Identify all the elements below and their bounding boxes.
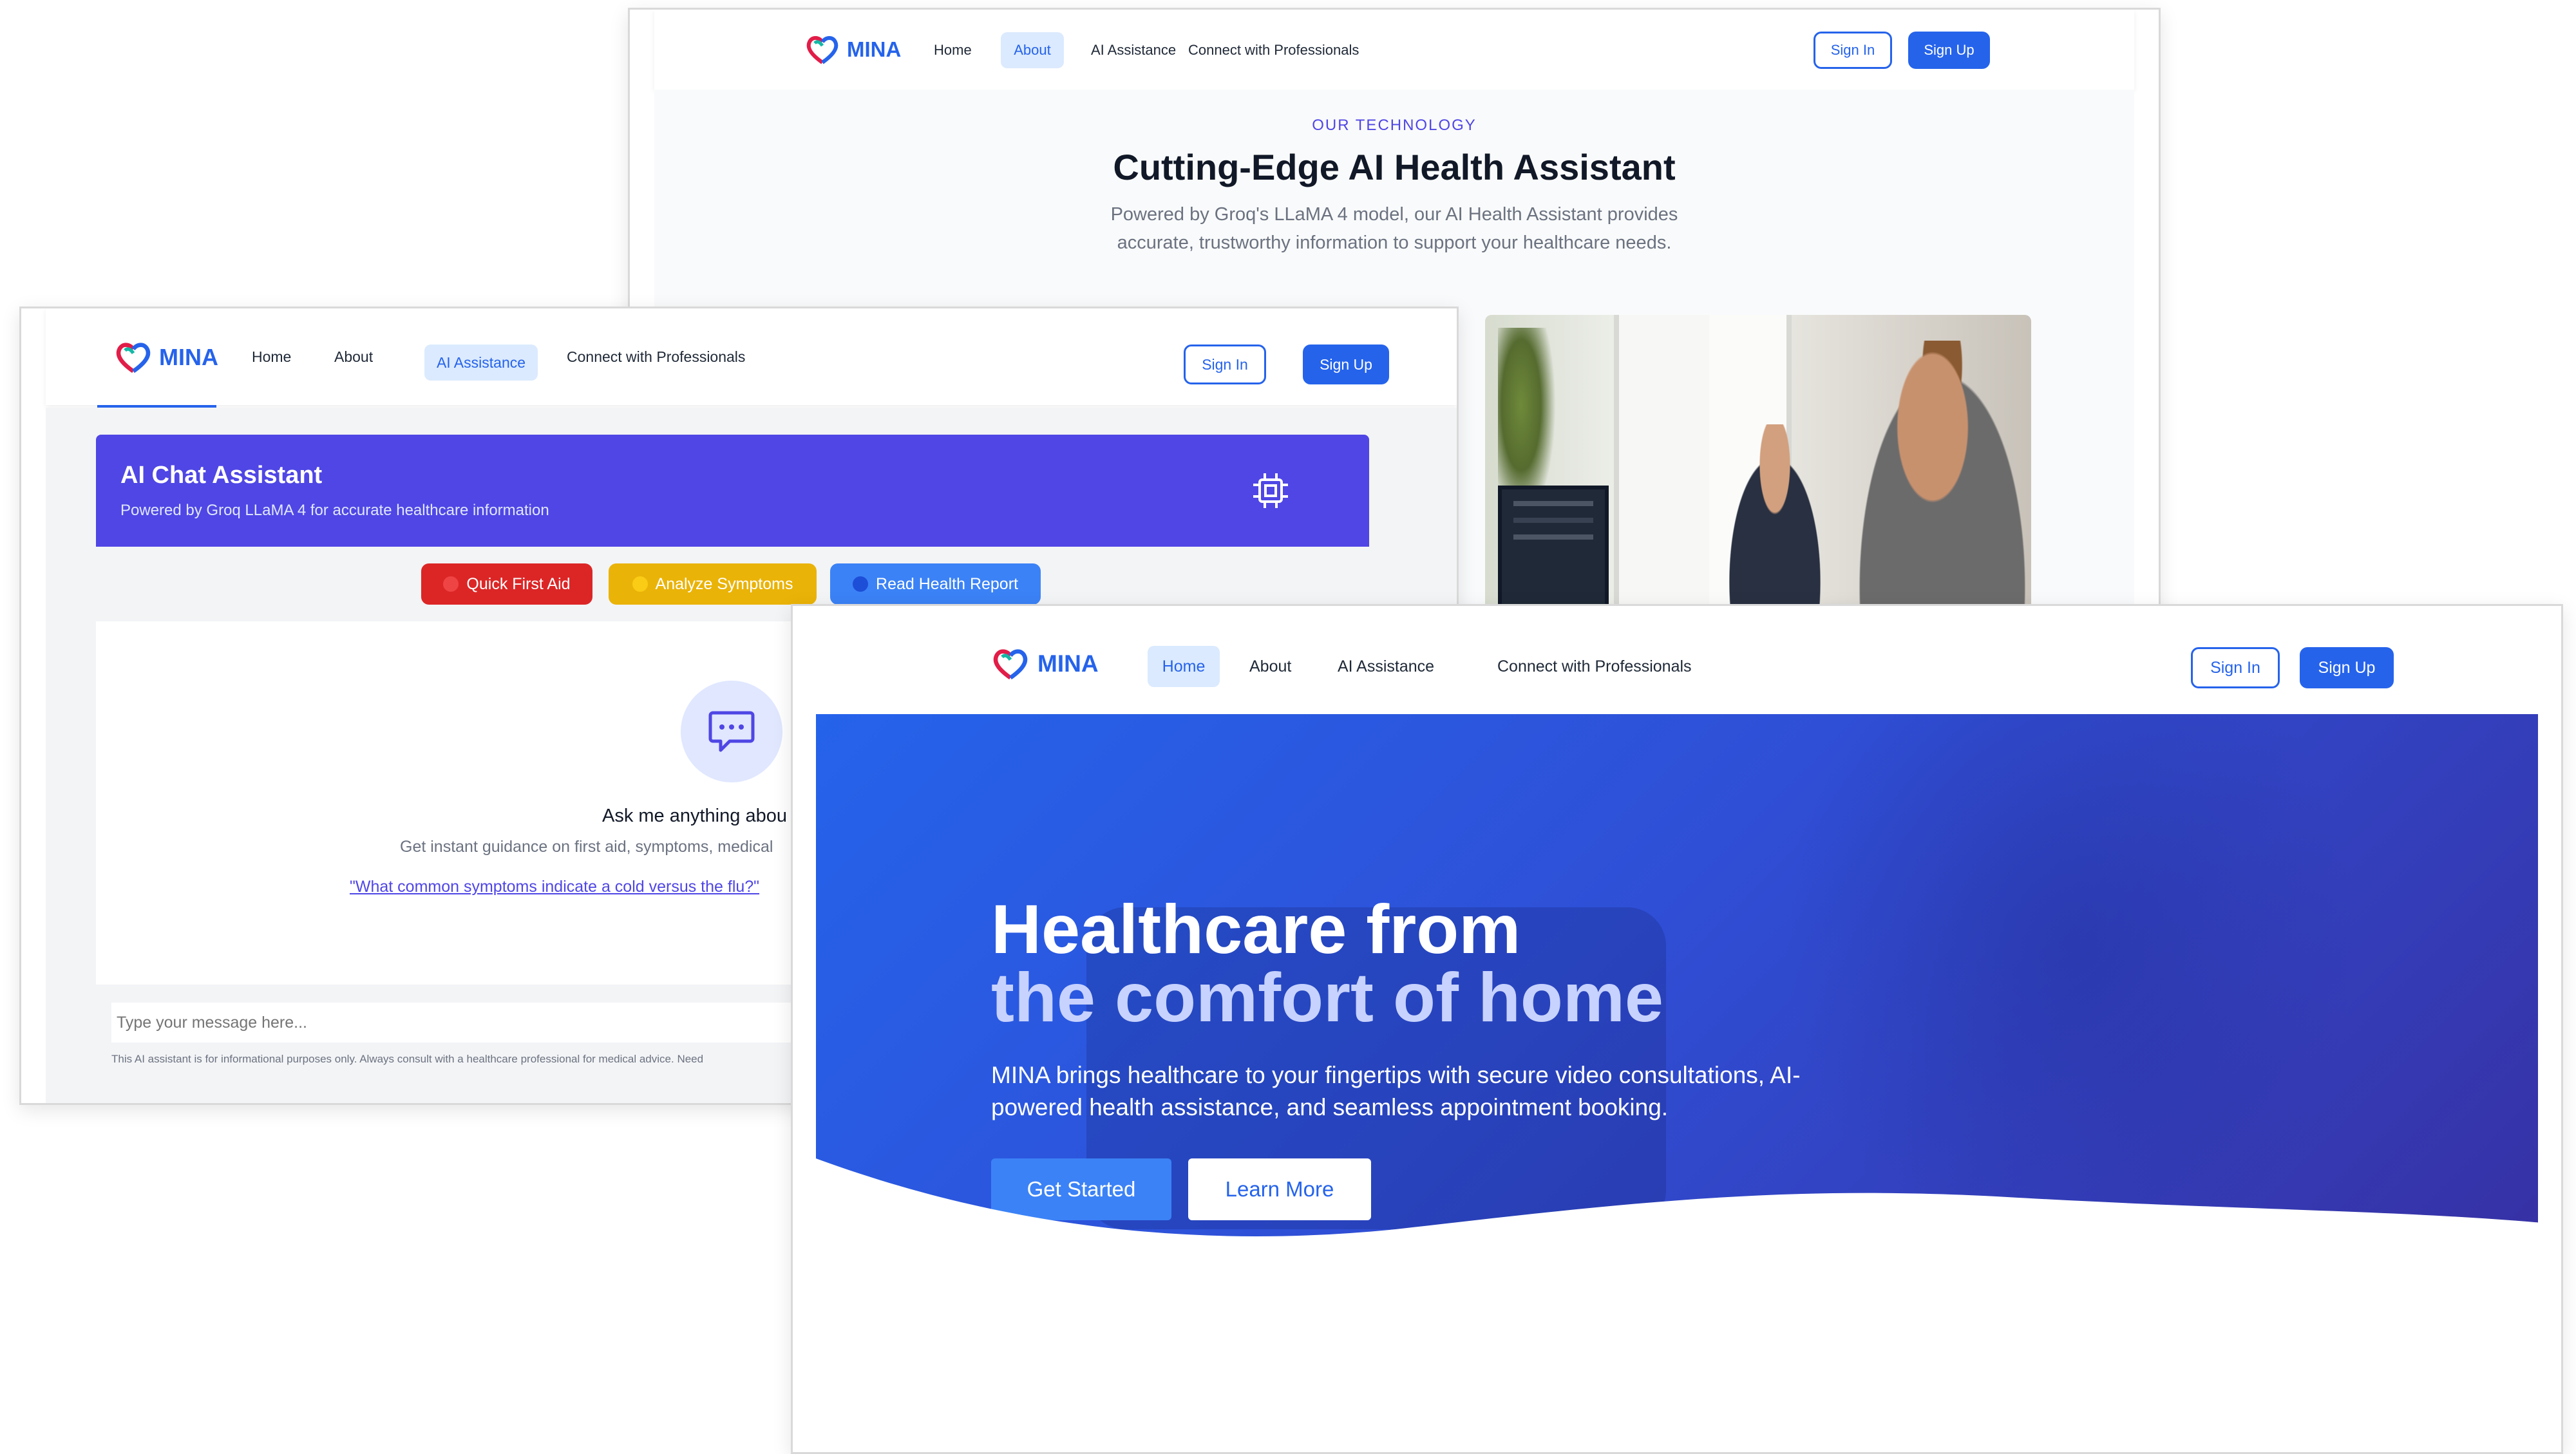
- sign-up-button[interactable]: Sign Up: [2300, 647, 2394, 688]
- sign-up-button[interactable]: Sign Up: [1908, 32, 1990, 69]
- chat-navbar: MINA Home About AI Assistance Connect wi…: [46, 308, 1457, 408]
- empty-state-subtitle: Get instant guidance on first aid, sympt…: [400, 838, 773, 856]
- chat-bubble-icon: [708, 711, 755, 752]
- section-description-line2: accurate, trustworthy information to sup…: [1117, 232, 1672, 253]
- analyze-symptoms-label: Analyze Symptoms: [655, 574, 793, 593]
- hero-section: Healthcare from the comfort of home MINA…: [816, 714, 2538, 1281]
- section-title: Cutting-Edge AI Health Assistant: [1113, 147, 1676, 187]
- office-photo: [1485, 315, 2031, 650]
- nav-ai-assistance[interactable]: AI Assistance: [424, 345, 538, 381]
- brand-logo[interactable]: MINA: [806, 34, 901, 65]
- hero-title-line2: the comfort of home: [991, 958, 1663, 1036]
- nav-ai-assistance[interactable]: AI Assistance: [1091, 42, 1176, 59]
- read-health-report-label: Read Health Report: [876, 574, 1018, 593]
- hero-wave: [816, 1158, 2538, 1281]
- about-navbar: MINA Home About AI Assistance Connect wi…: [654, 10, 2134, 90]
- hero-title-line1: Healthcare from: [991, 890, 1521, 968]
- red-dot-icon: [443, 576, 459, 592]
- chat-title: AI Chat Assistant: [120, 462, 323, 489]
- person-foreground: [1846, 341, 2031, 650]
- sign-in-button[interactable]: Sign In: [1814, 32, 1892, 69]
- heart-logo-icon: [806, 36, 838, 64]
- nav-about[interactable]: About: [1001, 32, 1064, 68]
- nav-home[interactable]: Home: [934, 42, 972, 59]
- chat-subtitle: Powered by Groq LLaMA 4 for accurate hea…: [120, 502, 549, 519]
- read-health-report-button[interactable]: Read Health Report: [830, 563, 1041, 605]
- heart-logo-icon: [116, 343, 151, 373]
- chat-header: AI Chat Assistant Powered by Groq LLaMA …: [96, 435, 1369, 547]
- home-page-window: MINA Home About AI Assistance Connect wi…: [791, 604, 2563, 1454]
- sign-in-button[interactable]: Sign In: [1184, 345, 1266, 384]
- nav-ai-assistance[interactable]: AI Assistance: [1338, 657, 1434, 676]
- disclaimer-text: This AI assistant is for informational p…: [111, 1053, 704, 1065]
- hero-description-line2: powered health assistance, and seamless …: [991, 1094, 1669, 1120]
- sign-up-button[interactable]: Sign Up: [1303, 345, 1389, 384]
- analyze-symptoms-button[interactable]: Analyze Symptoms: [609, 563, 817, 605]
- section-description-line1: Powered by Groq's LLaMA 4 model, our AI …: [1110, 204, 1678, 225]
- quick-first-aid-label: Quick First Aid: [466, 574, 571, 593]
- nav-about[interactable]: About: [334, 348, 373, 366]
- heart-logo-icon: [993, 649, 1028, 680]
- nav-home[interactable]: Home: [252, 348, 291, 366]
- home-navbar: MINA Home About AI Assistance Connect wi…: [816, 606, 2538, 714]
- quick-first-aid-button[interactable]: Quick First Aid: [421, 563, 592, 605]
- nav-connect[interactable]: Connect with Professionals: [1497, 657, 1692, 676]
- window-pane: [1614, 315, 1709, 650]
- hero-description-line1: MINA brings healthcare to your fingertip…: [991, 1062, 1801, 1088]
- nav-connect[interactable]: Connect with Professionals: [1188, 42, 1359, 59]
- yellow-dot-icon: [632, 576, 648, 592]
- nav-connect[interactable]: Connect with Professionals: [567, 348, 745, 366]
- nav-home[interactable]: Home: [1148, 646, 1220, 687]
- brand-name: MINA: [1037, 650, 1099, 677]
- blue-dot-icon: [853, 576, 869, 592]
- empty-state-title: Ask me anything abou: [602, 806, 787, 826]
- example-question-link[interactable]: "What common symptoms indicate a cold ve…: [350, 878, 759, 896]
- chat-bubble-circle: [681, 681, 782, 782]
- brand-logo[interactable]: MINA: [992, 647, 1099, 681]
- brand-name: MINA: [847, 37, 902, 61]
- nav-about[interactable]: About: [1249, 657, 1291, 676]
- cpu-chip-icon: [1253, 473, 1288, 508]
- section-eyebrow: OUR TECHNOLOGY: [1312, 117, 1477, 134]
- monitor: [1498, 486, 1609, 609]
- brand-name: MINA: [159, 344, 218, 370]
- sign-in-button[interactable]: Sign In: [2191, 647, 2280, 688]
- brand-logo[interactable]: MINA: [115, 341, 218, 374]
